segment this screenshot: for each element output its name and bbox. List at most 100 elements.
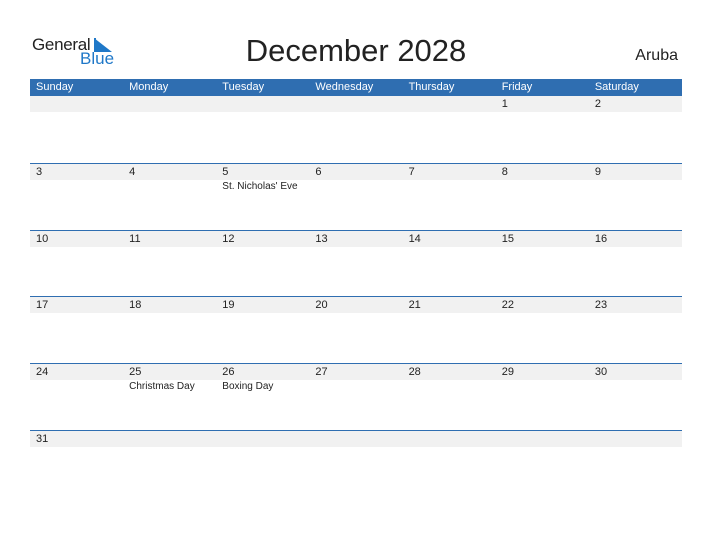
- holiday-label: Christmas Day: [129, 381, 195, 393]
- day-cell: 12: [216, 231, 309, 247]
- week-cells: 31: [30, 431, 682, 447]
- day-number: [222, 431, 309, 447]
- day-number: 3: [36, 165, 43, 178]
- holiday-label: St. Nicholas' Eve: [222, 180, 298, 192]
- day-cell: 5 St. Nicholas' Eve: [216, 164, 309, 193]
- day-number: 26: [222, 366, 235, 379]
- weekday-sunday: Sunday: [36, 81, 74, 93]
- day-cell: 11: [123, 231, 216, 247]
- weekday-wednesday: Wednesday: [315, 81, 374, 93]
- calendar-grid: Sunday Monday Tuesday Wednesday Thursday…: [30, 79, 682, 497]
- weekday-monday: Monday: [129, 81, 169, 93]
- day-number: 19: [222, 299, 235, 312]
- day-number: 4: [129, 165, 136, 178]
- day-number: [222, 96, 309, 112]
- day-cell: [123, 431, 216, 447]
- weekday-tuesday: Tuesday: [222, 81, 265, 93]
- day-number: 27: [315, 366, 328, 379]
- day-cell: 19: [216, 297, 309, 313]
- weekday-saturday: Saturday: [594, 81, 639, 93]
- calendar-week: 24 25 Christmas Day 26 Boxing Day 27 28 29 30: [30, 363, 682, 430]
- week-cells: 10 11 12 13 14 15 16: [30, 231, 682, 247]
- day-cell: 4: [123, 164, 216, 193]
- day-cell: [496, 431, 589, 447]
- day-number: [129, 96, 216, 112]
- day-cell: 1: [496, 96, 589, 112]
- page-title: December 2028: [245, 33, 467, 68]
- day-cell: 30: [589, 364, 682, 393]
- weeks-container: 1 2 3 4 5 St. Nicholas' Eve 6 7 8 9 10 11 12 13 14 15 16…: [30, 96, 682, 497]
- weekday-thursday: Thursday: [408, 81, 455, 93]
- day-number: 22: [501, 299, 514, 312]
- day-cell: 20: [309, 297, 402, 313]
- day-cell: 21: [403, 297, 496, 313]
- day-cell: 14: [403, 231, 496, 247]
- day-cell: 6: [309, 164, 402, 193]
- day-cell: 23: [589, 297, 682, 313]
- day-cell: 2: [589, 96, 682, 112]
- day-cell: 16: [589, 231, 682, 247]
- day-number: 15: [501, 232, 514, 245]
- day-number: 16: [594, 232, 608, 245]
- day-number: 28: [408, 366, 421, 379]
- day-number: 23: [594, 299, 608, 312]
- day-cell: [309, 431, 402, 447]
- day-number: 14: [408, 232, 421, 245]
- day-cell: 15: [496, 231, 589, 247]
- day-number: 13: [315, 232, 328, 245]
- week-cells: 17 18 19 20 21 22 23: [30, 297, 682, 313]
- day-cell: [403, 431, 496, 447]
- day-number: 8: [501, 165, 508, 178]
- calendar-week: 12: [30, 96, 682, 163]
- week-cells: 3 4 5 St. Nicholas' Eve 6 7 8 9: [30, 164, 682, 193]
- day-cell: 26 Boxing Day: [216, 364, 309, 393]
- day-number: 5: [222, 165, 229, 178]
- day-cell: 10: [30, 231, 123, 247]
- day-cell: 22: [496, 297, 589, 313]
- day-cell: 18: [123, 297, 216, 313]
- weekday-friday: Friday: [501, 81, 533, 93]
- day-number: 24: [36, 366, 49, 379]
- day-cell: [216, 96, 309, 112]
- day-cell: 17: [30, 297, 123, 313]
- calendar-week: 3 4 5 St. Nicholas' Eve 6 7 8 9: [30, 162, 682, 230]
- calendar-week: 17 18 19 20 21 22 23: [30, 296, 682, 363]
- day-number: [409, 96, 496, 112]
- day-number: 30: [594, 366, 608, 379]
- day-number: 20: [315, 299, 328, 312]
- holiday-label: Boxing Day: [222, 381, 274, 393]
- day-number: [502, 431, 589, 447]
- day-number: 29: [501, 366, 514, 379]
- day-cell: 3: [30, 164, 123, 193]
- day-number: [595, 431, 682, 447]
- day-number: 12: [222, 232, 235, 245]
- day-cell: 25 Christmas Day: [123, 364, 216, 393]
- country-label: Aruba: [635, 47, 678, 64]
- week-cells: 12: [30, 96, 682, 112]
- weekday-header: Sunday Monday Tuesday Wednesday Thursday…: [30, 79, 682, 96]
- day-cell: 29: [496, 364, 589, 393]
- day-number: [315, 96, 402, 112]
- day-cell: [123, 96, 216, 112]
- day-cell: 24: [30, 364, 123, 393]
- day-number: 21: [408, 299, 421, 312]
- day-number: [129, 431, 216, 447]
- week-cells: 24 25 Christmas Day 26 Boxing Day 27 28 29 30: [30, 364, 682, 393]
- day-number: 9: [594, 165, 601, 178]
- day-cell: 31: [30, 431, 123, 447]
- calendar-week: 31: [30, 429, 682, 497]
- day-number: [409, 431, 496, 447]
- day-cell: 27: [309, 364, 402, 393]
- day-number: [315, 431, 402, 447]
- day-number: 2: [594, 98, 601, 110]
- day-number: 7: [408, 165, 415, 178]
- day-number: 25: [129, 366, 142, 379]
- day-cell: [589, 431, 682, 447]
- day-cell: 8: [496, 164, 589, 193]
- day-cell: [309, 96, 402, 112]
- day-number: 11: [129, 232, 141, 245]
- day-cell: 28: [403, 364, 496, 393]
- day-cell: 9: [589, 164, 682, 193]
- day-cell: [30, 96, 123, 112]
- day-number: 18: [129, 299, 142, 312]
